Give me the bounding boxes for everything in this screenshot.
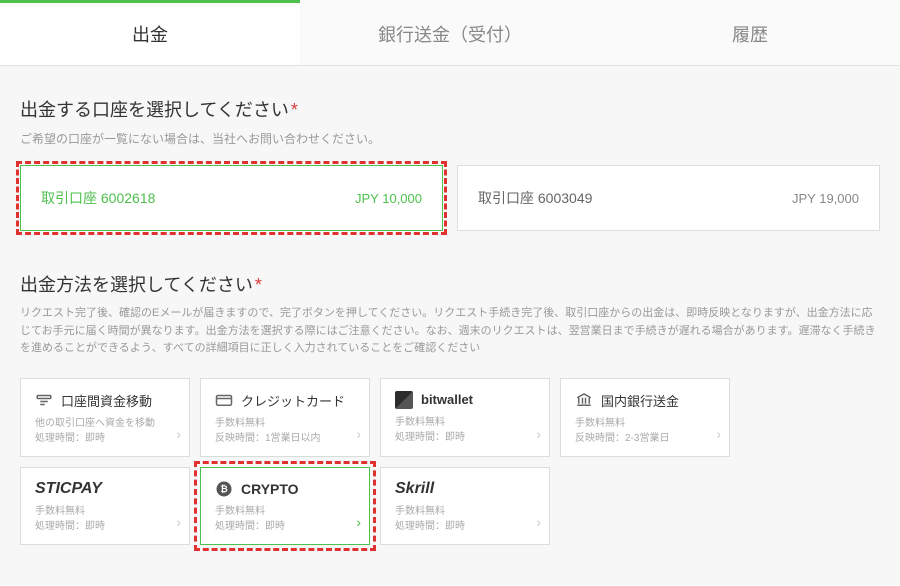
method-meta-line: 処理時間：即時 [395,430,535,445]
tab-withdraw[interactable]: 出金 [0,0,300,65]
bitwallet-icon [395,391,413,409]
method-card-bank[interactable]: 国内銀行送金 手数料無料 反映時間：2-3営業日 › [560,378,730,457]
method-section-title: 出金方法を選択してください* [20,271,880,297]
method-title: Skrill [395,480,434,498]
method-meta-line: 手数料無料 [215,416,355,431]
account-list: 取引口座 6002618 JPY 10,000 取引口座 6003049 JPY… [20,165,880,231]
method-card-credit[interactable]: クレジットカード 手数料無料 反映時間：1営業日以内 › [200,378,370,457]
method-meta-line: 手数料無料 [395,415,535,430]
chevron-right-icon: › [176,426,181,442]
method-grid: 口座間資金移動 他の取引口座へ資金を移動 処理時間：即時 › クレジットカード … [20,378,880,545]
method-meta-line: 手数料無料 [575,416,715,431]
transfer-icon [35,391,53,409]
method-meta-line: 処理時間：即時 [35,431,175,446]
method-card-sticpay[interactable]: STICPAY 手数料無料 処理時間：即時 › [20,467,190,545]
account-card[interactable]: 取引口座 6002618 JPY 10,000 [20,165,443,231]
chevron-right-icon: › [356,426,361,442]
tab-bank-transfer-label: 銀行送金（受付） [378,25,522,45]
method-title: STICPAY [35,480,102,498]
method-card-skrill[interactable]: Skrill 手数料無料 処理時間：即時 › [380,467,550,545]
method-card-transfer[interactable]: 口座間資金移動 他の取引口座へ資金を移動 処理時間：即時 › [20,378,190,457]
method-title: bitwallet [421,392,473,407]
method-meta-line: 手数料無料 [35,504,175,519]
method-meta-line: 反映時間：1営業日以内 [215,431,355,446]
method-section-desc: リクエスト完了後、確認のEメールが届きますので、完了ボタンを押してください。リク… [20,305,880,358]
method-title: 国内銀行送金 [601,391,679,410]
account-section-sub: ご希望の口座が一覧にない場合は、当社へお問い合わせください。 [20,130,880,147]
chevron-right-icon: › [536,514,541,530]
chevron-right-icon: › [356,514,361,530]
method-meta-line: 反映時間：2-3営業日 [575,431,715,446]
account-balance: JPY 19,000 [792,191,859,206]
account-balance: JPY 10,000 [355,191,422,206]
chevron-right-icon: › [176,514,181,530]
account-label: 取引口座 6003049 [478,188,592,208]
tab-bank-transfer[interactable]: 銀行送金（受付） [300,0,600,65]
credit-card-icon [215,391,233,409]
method-meta-line: 他の取引口座へ資金を移動 [35,416,175,431]
svg-text:₿: ₿ [220,484,227,494]
bank-icon [575,391,593,409]
method-title: 口座間資金移動 [61,391,152,410]
account-label: 取引口座 6002618 [41,188,155,208]
method-meta-line: 手数料無料 [215,504,355,519]
required-star: * [255,275,262,295]
method-card-crypto[interactable]: ₿ CRYPTO 手数料無料 処理時間：即時 › [200,467,370,545]
tab-bar: 出金 銀行送金（受付） 履歴 [0,0,900,66]
method-title: CRYPTO [241,481,299,497]
account-card[interactable]: 取引口座 6003049 JPY 19,000 [457,165,880,231]
method-title: クレジットカード [241,391,345,410]
method-meta-line: 手数料無料 [395,504,535,519]
bitcoin-icon: ₿ [215,480,233,498]
method-card-bitwallet[interactable]: bitwallet 手数料無料 処理時間：即時 › [380,378,550,457]
method-meta-line: 処理時間：即時 [395,519,535,534]
tab-history[interactable]: 履歴 [600,0,900,65]
chevron-right-icon: › [716,426,721,442]
required-star: * [291,100,298,120]
tab-withdraw-label: 出金 [132,25,168,45]
method-meta-line: 処理時間：即時 [35,519,175,534]
tab-history-label: 履歴 [732,25,768,45]
method-meta-line: 処理時間：即時 [215,519,355,534]
chevron-right-icon: › [536,426,541,442]
account-section-title: 出金する口座を選択してください* [20,96,880,122]
